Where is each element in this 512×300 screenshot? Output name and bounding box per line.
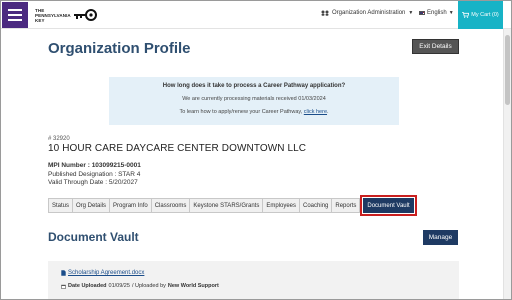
network-icon <box>321 10 329 16</box>
click-here-link[interactable]: click here <box>304 109 327 115</box>
organization-administration-menu[interactable]: Organization Administration ▼ <box>321 10 413 16</box>
organization-meta: MPI Number : 103099215-0001 Published De… <box>48 162 141 188</box>
site-logo[interactable]: THE PENNSYLVANIA KEY <box>35 5 97 25</box>
us-flag-icon <box>419 11 425 15</box>
info-renew-prefix: To learn how to apply/renew your Career … <box>179 109 304 115</box>
manage-button[interactable]: Manage <box>423 230 458 245</box>
logo-line-2: PENNSYLVANIA <box>35 12 71 18</box>
language-label: English <box>427 10 447 16</box>
exit-details-button[interactable]: Exit Details <box>412 39 459 54</box>
logo-text: THE PENNSYLVANIA KEY <box>35 8 71 23</box>
hamburger-icon-bar <box>8 19 22 21</box>
scrollbar-thumb[interactable] <box>505 35 510 105</box>
tab-employees[interactable]: Employees <box>263 198 301 213</box>
tab-coaching[interactable]: Coaching <box>300 198 333 213</box>
tab-classrooms[interactable]: Classrooms <box>151 198 191 213</box>
info-question: How long does it take to process a Caree… <box>162 83 346 89</box>
document-filename[interactable]: Scholarship Agreement.docx <box>68 270 144 276</box>
language-selector[interactable]: English ▼ <box>419 10 454 16</box>
main-content: Organization Profile Exit Details How lo… <box>1 30 503 299</box>
mpi-number: MPI Number : 103099215-0001 <box>48 162 141 171</box>
date-uploaded-label: Date Uploaded <box>68 283 107 289</box>
page-scrollbar[interactable] <box>503 29 511 299</box>
document-meta: Date Uploaded 01/09/25 / Uploaded by New… <box>61 283 219 289</box>
cart-button[interactable]: My Cart (0) <box>458 1 503 29</box>
date-uploaded-value: 01/09/25 <box>108 283 130 289</box>
key-logo-icon <box>73 9 97 21</box>
tab-keystone-stars-grants[interactable]: Keystone STARS/Grants <box>190 198 264 213</box>
profile-tabs: Status Org Details Program Info Classroo… <box>48 195 417 216</box>
caret-down-icon: ▼ <box>448 10 454 16</box>
mpi-number-text: MPI Number : 103099215-0001 <box>48 162 141 169</box>
document-vault-title: Document Vault <box>48 230 139 244</box>
uploaded-by-label: / Uploaded by <box>131 283 166 289</box>
career-pathway-info-box: How long does it take to process a Caree… <box>109 77 399 125</box>
top-navigation-bar: THE PENNSYLVANIA KEY Organization Admini… <box>1 1 511 29</box>
tab-document-vault-highlight[interactable]: Document Vault <box>360 195 417 216</box>
tab-status[interactable]: Status <box>48 198 74 213</box>
uploaded-by-value: New World Support <box>167 283 219 289</box>
organization-administration-label: Organization Administration <box>332 10 406 16</box>
document-card: Scholarship Agreement.docx Date Uploaded… <box>48 261 459 299</box>
app-window: THE PENNSYLVANIA KEY Organization Admini… <box>0 0 512 300</box>
cart-label: My Cart (0) <box>471 12 499 18</box>
calendar-icon <box>61 284 66 289</box>
tab-org-details[interactable]: Org Details <box>73 198 111 213</box>
hamburger-menu-button[interactable] <box>2 2 28 28</box>
valid-through-date: Valid Through Date : 5/20/2027 <box>48 179 138 186</box>
tab-program-info[interactable]: Program Info <box>110 198 152 213</box>
tab-document-vault[interactable]: Document Vault <box>363 198 414 213</box>
document-icon <box>61 270 66 276</box>
hamburger-icon-bar <box>8 9 22 11</box>
logo-line-3: KEY <box>35 17 45 23</box>
organization-id: # 32920 <box>48 136 70 142</box>
info-processing-text: We are currently processing materials re… <box>182 96 326 102</box>
organization-name: 10 HOUR CARE DAYCARE CENTER DOWNTOWN LLC <box>48 143 307 154</box>
document-link[interactable]: Scholarship Agreement.docx <box>61 270 144 276</box>
tab-reports[interactable]: Reports <box>332 198 361 213</box>
info-renew-suffix: . <box>327 109 329 115</box>
page-title: Organization Profile <box>48 40 191 57</box>
cart-icon <box>462 12 470 18</box>
caret-down-icon: ▼ <box>408 10 414 16</box>
published-designation: Published Designation : STAR 4 <box>48 170 141 178</box>
info-renew-line: To learn how to apply/renew your Career … <box>109 109 399 115</box>
hamburger-icon-bar <box>8 14 22 16</box>
